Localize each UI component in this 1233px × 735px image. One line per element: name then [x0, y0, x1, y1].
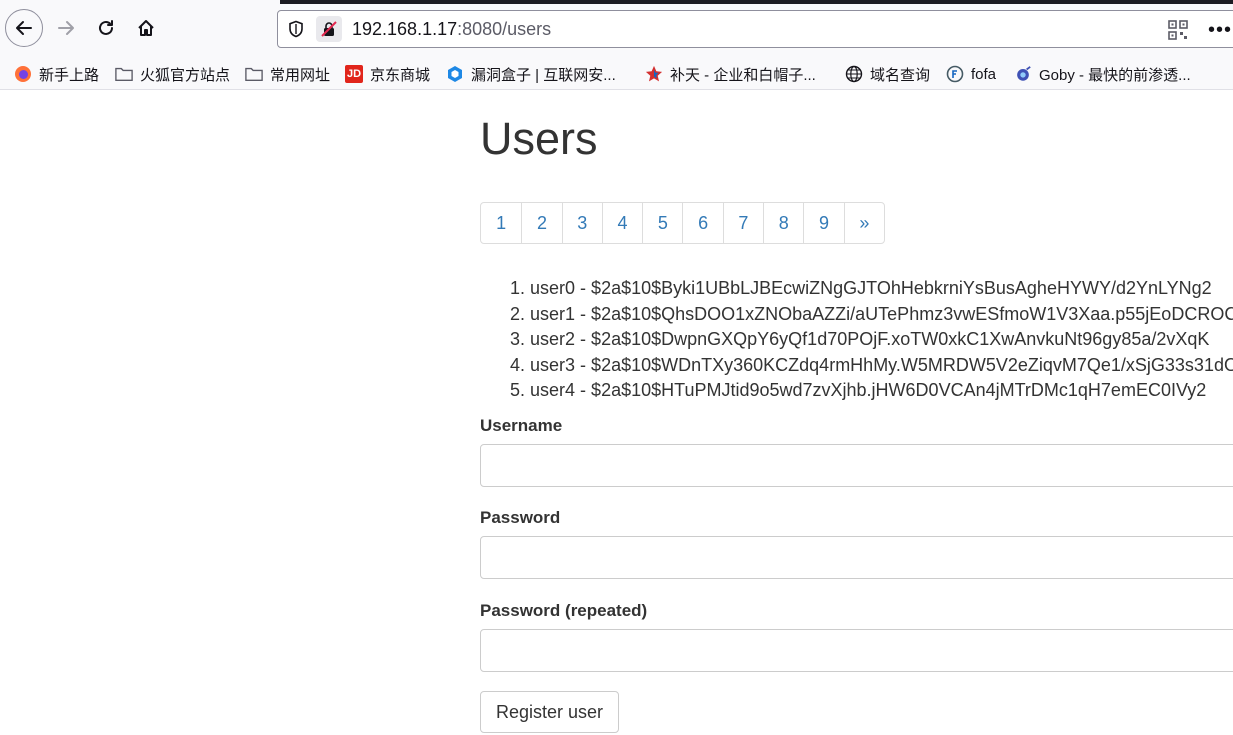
page-link-4[interactable]: 4 [601, 203, 642, 243]
arrow-right-icon [58, 21, 74, 35]
bookmark-item[interactable]: Goby - 最快的前渗透... [1014, 62, 1191, 86]
bookmark-label: 常用网址 [270, 66, 331, 84]
username-input[interactable] [480, 444, 1233, 487]
browser-toolbar: 192.168.1.17:8080/users ••• [0, 0, 1233, 58]
page-link-1[interactable]: 1 [481, 203, 521, 243]
user-list: 1. user0 - $2a$10$Byki1UBbLJBEcwiZNgGJTO… [510, 276, 1233, 404]
bookmark-label: 京东商城 [370, 66, 431, 84]
page-link-2[interactable]: 2 [521, 203, 561, 243]
reload-icon [99, 20, 113, 35]
user-entry: user0 - $2a$10$Byki1UBbLJBEcwiZNgGJTOhHe… [530, 278, 1212, 298]
home-icon [138, 20, 154, 36]
url-host: 192.168.1.17 [352, 19, 458, 39]
password-repeat-label: Password (repeated) [480, 601, 648, 620]
page-link-next[interactable]: » [843, 203, 884, 243]
bookmark-item[interactable]: 域名查询 [845, 62, 930, 86]
forward-button[interactable] [48, 10, 84, 46]
password-repeat-input[interactable] [480, 629, 1233, 672]
bookmark-item[interactable]: 补天 - 企业和白帽子... [645, 62, 816, 86]
list-item: 3. user2 - $2a$10$DwpnGXQpY6yQf1d70POjF.… [510, 327, 1233, 353]
goby-icon [1014, 65, 1032, 83]
register-user-button[interactable]: Register user [480, 691, 620, 733]
tab-strip [280, 0, 1233, 4]
user-entry: user2 - $2a$10$DwpnGXQpY6yQf1d70POjF.xoT… [530, 329, 1210, 349]
page-link-3[interactable]: 3 [561, 203, 602, 243]
user-entry: user1 - $2a$10$QhsDOO1xZNObaAZZi/aUTePhm… [530, 303, 1233, 324]
url-text[interactable]: 192.168.1.17:8080/users [352, 19, 551, 40]
list-item: 2. user1 - $2a$10$QhsDOO1xZNObaAZZi/aUTe… [510, 302, 1233, 328]
firefox-icon [14, 65, 32, 83]
bookmark-label: 火狐官方站点 [140, 66, 231, 84]
bookmark-label: Goby - 最快的前渗透... [1039, 66, 1191, 84]
page-link-5[interactable]: 5 [642, 203, 682, 243]
jd-icon: JD [345, 65, 363, 83]
bookmark-item[interactable]: JD 京东商城 [345, 62, 430, 86]
back-button[interactable] [5, 9, 43, 47]
bookmarks-toolbar: 新手上路 火狐官方站点 常用网址 JD 京东商城 漏洞盒子 | 互联网安... … [0, 58, 1233, 90]
arrow-left-icon [16, 21, 32, 35]
page-link-9[interactable]: 9 [803, 203, 843, 243]
bookmark-folder[interactable]: 火狐官方站点 [115, 62, 230, 86]
insecure-lock-icon[interactable] [316, 16, 342, 42]
folder-icon [115, 65, 133, 83]
home-button[interactable] [128, 10, 164, 46]
user-entry: user4 - $2a$10$HTuPMJtid9o5wd7zvXjhb.jHW… [530, 380, 1207, 400]
tracking-shield-icon[interactable] [287, 20, 305, 43]
bookmark-label: 域名查询 [870, 66, 931, 84]
globe-icon [845, 65, 863, 83]
list-number: 2. [510, 303, 526, 324]
bookmark-label: 漏洞盒子 | 互联网安... [471, 66, 616, 84]
qr-code-icon[interactable] [1168, 20, 1188, 45]
page-link-6[interactable]: 6 [682, 203, 722, 243]
address-bar[interactable]: 192.168.1.17:8080/users ••• [277, 10, 1233, 48]
bookmark-label: 新手上路 [39, 66, 100, 84]
bookmark-label: fofa [971, 65, 997, 83]
password-input[interactable] [480, 536, 1233, 579]
page-link-7[interactable]: 7 [722, 203, 763, 243]
bookmark-item[interactable]: 漏洞盒子 | 互联网安... [446, 62, 616, 86]
list-number: 4. [510, 354, 526, 375]
reload-button[interactable] [88, 10, 124, 46]
list-number: 1. [510, 278, 526, 298]
url-path: :8080/users [457, 19, 552, 39]
hexagon-icon [446, 65, 464, 83]
user-entry: user3 - $2a$10$WDnTXy360KCZdq4rmHhMy.W5M… [530, 354, 1233, 375]
list-number: 3. [510, 329, 526, 349]
bookmark-label: 补天 - 企业和白帽子... [670, 66, 816, 84]
bookmark-item[interactable]: fofa [946, 62, 996, 86]
page-title: Users [480, 113, 598, 164]
username-label: Username [480, 416, 563, 435]
fofa-icon [946, 65, 964, 83]
list-item: 1. user0 - $2a$10$Byki1UBbLJBEcwiZNgGJTO… [510, 276, 1233, 302]
pagination: 1 2 3 4 5 6 7 8 9 » [480, 202, 885, 244]
bookmark-folder[interactable]: 常用网址 [245, 62, 330, 86]
password-label: Password [480, 508, 561, 527]
list-item: 5. user4 - $2a$10$HTuPMJtid9o5wd7zvXjhb.… [510, 378, 1233, 404]
page-actions-menu-icon[interactable]: ••• [1208, 19, 1232, 42]
star-icon [645, 65, 663, 83]
bookmark-item[interactable]: 新手上路 [14, 62, 99, 86]
folder-icon [245, 65, 263, 83]
page-link-8[interactable]: 8 [763, 203, 803, 243]
list-item: 4. user3 - $2a$10$WDnTXy360KCZdq4rmHhMy.… [510, 353, 1233, 379]
list-number: 5. [510, 380, 526, 400]
